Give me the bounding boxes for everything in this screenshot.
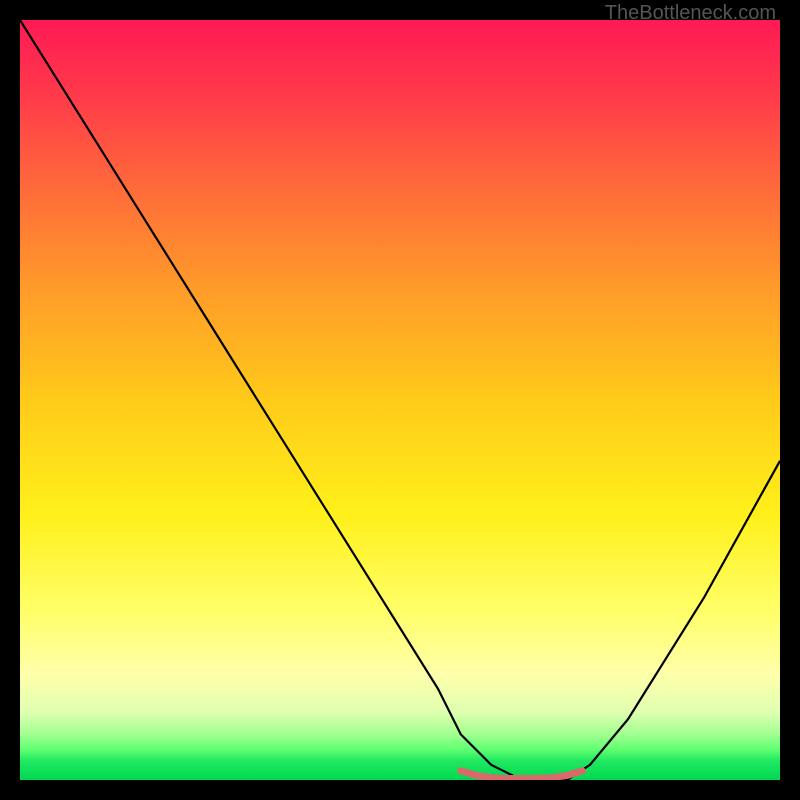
- chart-plot-area: [20, 20, 780, 780]
- chart-svg: [20, 20, 780, 780]
- bottleneck-curve-line: [20, 20, 780, 780]
- watermark-text: TheBottleneck.com: [605, 2, 776, 25]
- minimum-band-line: [461, 771, 583, 779]
